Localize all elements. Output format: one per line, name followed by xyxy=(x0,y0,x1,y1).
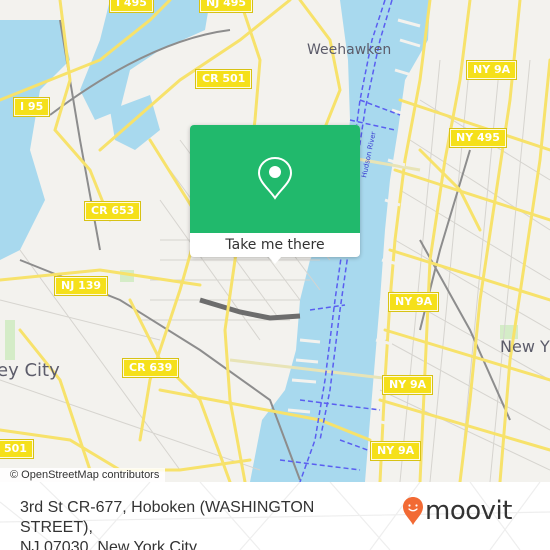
place-label-new-york: New Y xyxy=(500,337,550,356)
road-shield-i95: I 95 xyxy=(12,97,51,117)
road-shield-cr501: 501 xyxy=(0,439,34,459)
road-shield-i495: I 495 xyxy=(109,0,154,13)
road-shield-cr639: CR 639 xyxy=(121,358,180,378)
park xyxy=(5,320,15,360)
address-line-1: 3rd St CR-677, Hoboken (WASHINGTON STREE… xyxy=(20,499,315,536)
popup-header xyxy=(190,125,360,233)
road-shield-nj139: NJ 139 xyxy=(53,276,109,296)
road-shield-ny495: NY 495 xyxy=(449,128,507,148)
take-me-there-button[interactable]: Take me there xyxy=(190,233,360,257)
address-line-2: NJ 07030, New York City xyxy=(20,539,197,550)
road-shield-ny9a: NY 9A xyxy=(381,375,434,395)
osm-attribution[interactable]: © OpenStreetMap contributors xyxy=(0,468,166,482)
road-shield-ny9a: NY 9A xyxy=(369,441,422,461)
map-pin-icon xyxy=(257,156,293,200)
hackensack-water xyxy=(0,20,70,260)
road-shield-ny9a: NY 9A xyxy=(387,292,440,312)
road-shield-nj495: NJ 495 xyxy=(198,0,254,13)
map-view[interactable]: Hudson River NJ 495 I 495 CR 501 I 95 NY… xyxy=(0,0,550,482)
place-label-weehawken: Weehawken xyxy=(307,42,392,58)
road-shield-ny9a: NY 9A xyxy=(465,60,518,80)
moovit-pin-icon xyxy=(403,497,423,525)
footer-panel: 3rd St CR-677, Hoboken (WASHINGTON STREE… xyxy=(0,482,550,550)
location-popup: Take me there xyxy=(190,125,360,264)
popup-pointer xyxy=(268,256,282,264)
road-shield-cr653: CR 653 xyxy=(83,201,142,221)
path-tunnel xyxy=(199,297,301,321)
address-text: 3rd St CR-677, Hoboken (WASHINGTON STREE… xyxy=(20,498,390,550)
place-label-jersey-city: ey City xyxy=(0,360,60,381)
road-shield-cr501: CR 501 xyxy=(194,69,253,89)
moovit-logo-text: moovit xyxy=(425,496,512,526)
moovit-logo[interactable]: moovit xyxy=(402,496,512,526)
